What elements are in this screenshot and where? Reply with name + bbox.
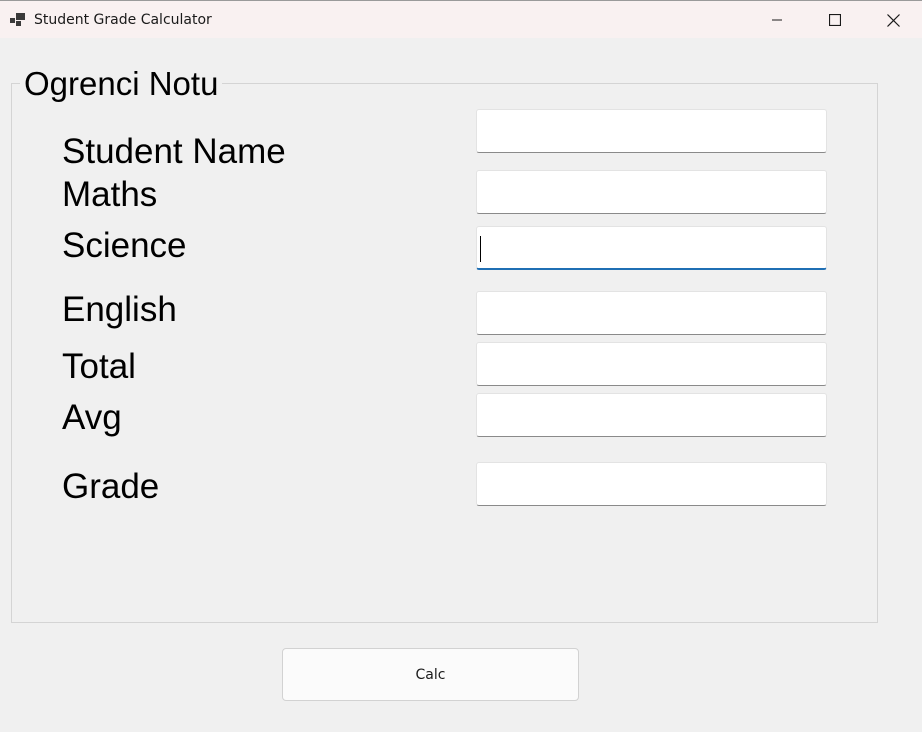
minimize-button[interactable]	[748, 1, 806, 39]
app-window-icon	[10, 12, 26, 28]
student-name-input[interactable]	[476, 109, 827, 153]
maximize-button[interactable]	[806, 1, 864, 39]
english-input[interactable]	[476, 291, 827, 335]
total-input[interactable]	[476, 342, 827, 386]
science-input[interactable]	[476, 226, 827, 270]
total-label: Total	[62, 347, 136, 386]
grade-input[interactable]	[476, 462, 827, 506]
window-title: Student Grade Calculator	[34, 12, 212, 28]
maths-label: Maths	[62, 175, 158, 214]
minimize-icon	[771, 14, 783, 26]
maths-input[interactable]	[476, 170, 827, 214]
student-name-label: Student Name	[62, 132, 286, 171]
close-button[interactable]	[864, 1, 922, 39]
text-caret	[480, 236, 481, 262]
avg-label: Avg	[62, 398, 122, 437]
grade-label: Grade	[62, 467, 160, 506]
avg-input[interactable]	[476, 393, 827, 437]
title-bar[interactable]: Student Grade Calculator	[0, 0, 922, 38]
calc-button[interactable]: Calc	[282, 648, 579, 701]
maximize-icon	[829, 14, 841, 26]
groupbox-title: Ogrenci Notu	[20, 64, 223, 104]
science-label: Science	[62, 226, 187, 265]
english-label: English	[62, 290, 177, 329]
close-icon	[886, 13, 900, 27]
